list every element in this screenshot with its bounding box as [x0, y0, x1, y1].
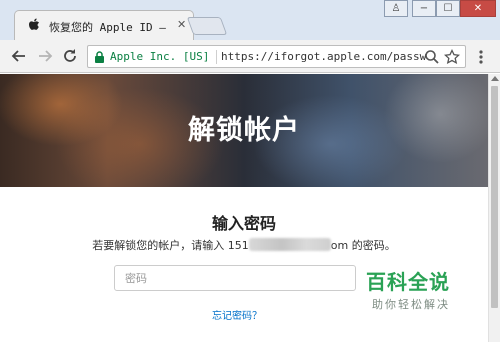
password-input[interactable]	[114, 265, 356, 291]
forward-arrow-icon[interactable]	[36, 47, 54, 65]
window-close-button[interactable]: ✕	[460, 0, 496, 17]
page-title: 输入密码	[211, 214, 276, 233]
instruction-text-end: om 的密码。	[330, 239, 396, 252]
instruction-text-start: 若要解锁您的帐户，请输入 151	[92, 239, 249, 252]
scrollbar[interactable]	[488, 74, 500, 342]
back-arrow-icon[interactable]	[10, 47, 28, 65]
hero-title: 解锁帐户	[188, 115, 300, 146]
watermark: 百科全说 助你轻松解决	[350, 262, 472, 328]
hero-banner: 解锁帐户	[0, 74, 488, 187]
url-separator	[216, 50, 217, 64]
url-text[interactable]: https://iforgot.apple.com/password/verif…	[221, 50, 426, 63]
tab-title: 恢复您的 Apple ID – Apple (中国)	[49, 21, 169, 34]
user-profile-button[interactable]: ♙	[384, 0, 408, 17]
watermark-brand: 百科全说	[366, 270, 450, 294]
minimize-button[interactable]: −	[412, 0, 436, 17]
star-icon[interactable]	[444, 49, 460, 65]
instruction-text: 若要解锁您的帐户，请输入 151 om 的密码。	[0, 237, 488, 253]
tab-close-icon[interactable]: ✕	[177, 18, 186, 31]
maximize-button[interactable]: ☐	[436, 0, 460, 17]
secure-site-label: Apple Inc. [US]	[110, 50, 210, 63]
apple-logo-icon	[29, 18, 39, 30]
watermark-tagline: 助你轻松解决	[372, 298, 450, 311]
lock-icon	[95, 51, 104, 63]
tab-strip: 恢复您的 Apple ID – Apple (中国) ✕ ♙ − ☐ ✕	[0, 0, 500, 41]
scroll-up-arrow-icon[interactable]	[491, 76, 499, 81]
zoom-icon[interactable]	[424, 49, 440, 65]
menu-icon[interactable]	[477, 49, 485, 65]
browser-tab[interactable]: 恢复您的 Apple ID – Apple (中国) ✕	[14, 10, 194, 41]
scrollbar-thumb[interactable]	[491, 86, 498, 308]
address-bar[interactable]: Apple Inc. [US] https://iforgot.apple.co…	[87, 45, 466, 68]
new-tab-button[interactable]	[186, 17, 228, 35]
redacted-apple-id	[248, 238, 331, 251]
reload-icon[interactable]	[61, 47, 79, 65]
forgot-password-link[interactable]: 忘记密码？	[212, 307, 262, 322]
browser-toolbar: Apple Inc. [US] https://iforgot.apple.co…	[0, 40, 500, 73]
